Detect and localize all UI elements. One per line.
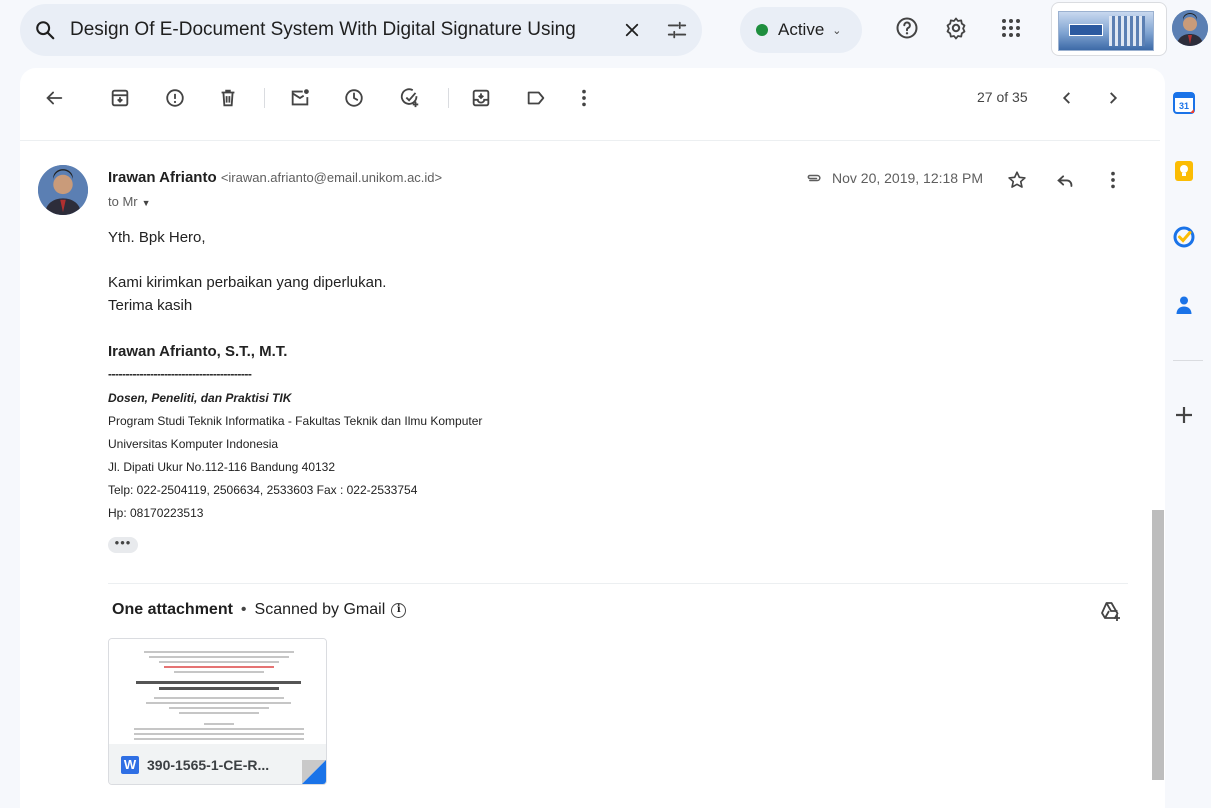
newer-chevron-left-icon[interactable] bbox=[1055, 86, 1079, 110]
svg-text:31: 31 bbox=[1179, 101, 1189, 111]
organization-logo-card[interactable] bbox=[1051, 2, 1167, 56]
tasks-icon[interactable] bbox=[1173, 226, 1195, 248]
calendar-icon[interactable]: 31 bbox=[1173, 92, 1195, 114]
attachment-filename: 390-1565-1-CE-R... bbox=[147, 757, 270, 773]
signature-address: Jl. Dipati Ukur No.112-116 Bandung 40132 bbox=[108, 460, 336, 474]
older-chevron-right-icon[interactable] bbox=[1101, 86, 1125, 110]
message-toolbar: 27 of 35 bbox=[20, 68, 1165, 128]
message-date: Nov 20, 2019, 12:18 PM bbox=[832, 170, 983, 186]
scrollbar-thumb[interactable] bbox=[1152, 510, 1164, 780]
sender-avatar[interactable] bbox=[38, 165, 88, 215]
star-icon[interactable] bbox=[1005, 168, 1029, 192]
page-fold-corner bbox=[302, 760, 326, 784]
add-to-drive-icon[interactable] bbox=[1098, 599, 1122, 623]
account-avatar[interactable] bbox=[1172, 10, 1208, 46]
pagination-count: 27 of 35 bbox=[977, 89, 1028, 105]
body-text: Terima kasih bbox=[108, 297, 193, 314]
organization-logo-image bbox=[1058, 11, 1154, 51]
chevron-down-icon: ⌄ bbox=[832, 24, 842, 37]
contacts-icon[interactable] bbox=[1173, 294, 1195, 316]
sender-email: <irawan.afrianto@email.unikom.ac.id> bbox=[220, 170, 443, 185]
label-tag-icon[interactable] bbox=[524, 86, 548, 110]
report-spam-icon[interactable] bbox=[163, 86, 187, 110]
status-selector[interactable]: Active ⌄ bbox=[740, 7, 862, 53]
toolbar-divider bbox=[448, 88, 449, 108]
signature-university: Universitas Komputer Indonesia bbox=[108, 437, 279, 451]
message-meta: Nov 20, 2019, 12:18 PM bbox=[804, 168, 983, 188]
body-text: Kami kirimkan perbaikan yang diperlukan. bbox=[108, 274, 387, 291]
side-panel: 31 bbox=[1165, 68, 1211, 808]
status-dot bbox=[756, 24, 768, 36]
more-options-icon[interactable] bbox=[572, 86, 596, 110]
info-icon[interactable]: i bbox=[391, 602, 407, 618]
delete-trash-icon[interactable] bbox=[216, 86, 240, 110]
snooze-clock-icon[interactable] bbox=[342, 86, 366, 110]
attachment-divider bbox=[108, 583, 1128, 584]
add-to-tasks-icon[interactable] bbox=[398, 86, 422, 110]
signature-phone: Telp: 022-2504119, 2506634, 2533603 Fax … bbox=[108, 483, 418, 497]
show-trimmed-content-button[interactable]: ••• bbox=[108, 536, 138, 553]
archive-icon[interactable] bbox=[108, 86, 132, 110]
toolbar-divider bbox=[264, 88, 265, 108]
status-label: Active bbox=[778, 20, 825, 39]
signature-program: Program Studi Teknik Informatika - Fakul… bbox=[108, 414, 483, 428]
recipient-details[interactable]: to Mr ▼ bbox=[108, 194, 151, 209]
message-more-icon[interactable] bbox=[1101, 168, 1125, 192]
attachment-count: One attachment bbox=[112, 601, 233, 618]
back-arrow-icon[interactable] bbox=[42, 86, 66, 110]
signature-rule: ----------------------------------------… bbox=[108, 367, 252, 381]
reply-icon[interactable] bbox=[1053, 168, 1077, 192]
search-bar[interactable]: Design Of E-Document System With Digital… bbox=[20, 4, 702, 56]
caret-down-icon[interactable]: ▼ bbox=[142, 198, 151, 208]
search-options-icon[interactable] bbox=[652, 19, 702, 41]
sender-line: Irawan Afrianto <irawan.afrianto@email.u… bbox=[108, 169, 442, 186]
attachment-preview bbox=[109, 639, 326, 744]
add-addon-plus-icon[interactable] bbox=[1173, 404, 1195, 426]
sender-name[interactable]: Irawan Afrianto bbox=[108, 169, 217, 186]
recipient-label: to Mr bbox=[108, 194, 138, 209]
mark-unread-icon[interactable] bbox=[288, 86, 312, 110]
search-icon[interactable] bbox=[20, 19, 70, 41]
signature-mobile: Hp: 08170223513 bbox=[108, 506, 204, 520]
search-input[interactable]: Design Of E-Document System With Digital… bbox=[70, 19, 612, 41]
toolbar-divider-line bbox=[20, 140, 1160, 141]
keep-notes-icon[interactable] bbox=[1173, 160, 1195, 182]
attachment-card[interactable]: W 390-1565-1-CE-R... bbox=[108, 638, 327, 785]
greeting-text: Yth. Bpk Hero, bbox=[108, 229, 206, 246]
signature-name: Irawan Afrianto, S.T., M.T. bbox=[108, 343, 288, 360]
side-panel-divider bbox=[1173, 360, 1203, 361]
message-view: 27 of 35 Irawan Afrianto <irawan.afriant… bbox=[20, 68, 1165, 808]
signature-role: Dosen, Peneliti, dan Praktisi TIK bbox=[108, 391, 292, 405]
apps-grid-icon[interactable] bbox=[997, 14, 1025, 42]
attachments-heading: One attachment • Scanned by Gmail i bbox=[112, 601, 407, 619]
attachment-footer: W 390-1565-1-CE-R... bbox=[109, 744, 326, 784]
help-icon[interactable] bbox=[893, 14, 921, 42]
move-to-inbox-icon[interactable] bbox=[469, 86, 493, 110]
scanned-label: Scanned by Gmail bbox=[254, 601, 386, 618]
attachment-clip-icon bbox=[807, 174, 821, 182]
settings-gear-icon[interactable] bbox=[942, 14, 970, 42]
word-doc-icon: W bbox=[121, 756, 139, 774]
clear-search-icon[interactable] bbox=[612, 21, 652, 39]
